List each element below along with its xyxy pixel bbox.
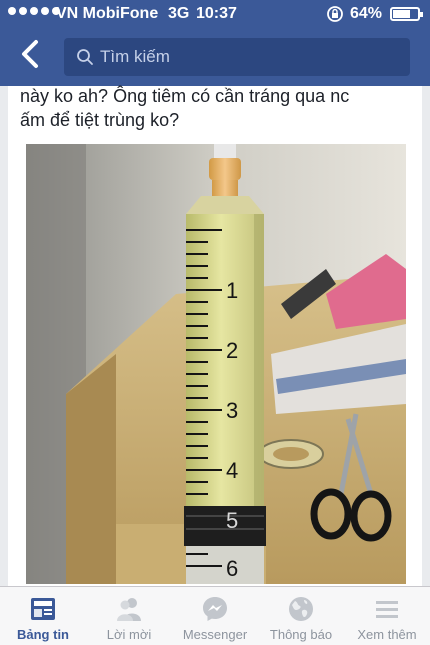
top-bar: VN MobiFone 3G 10:37 64% Tìm kiếm — [0, 0, 430, 86]
signal-strength-icon — [8, 7, 60, 15]
tab-messenger[interactable]: Messenger — [172, 587, 258, 645]
scale-label-4: 4 — [226, 458, 238, 483]
back-arrow-icon[interactable] — [14, 36, 46, 72]
battery-percent: 64% — [350, 5, 383, 22]
tab-notifications[interactable]: Thông báo — [258, 587, 344, 645]
tab-friend-requests[interactable]: Lời mời — [86, 587, 172, 645]
bottom-tab-bar: Bảng tin Lời mời Messenger Thông báo Xem… — [0, 586, 430, 645]
rotation-lock-icon — [327, 6, 343, 22]
tab-label: Bảng tin — [17, 627, 69, 642]
status-time: 10:37 — [196, 5, 237, 22]
post-text-line-1: này ko ah? Ông tiêm có cần tráng qua nc — [20, 86, 350, 106]
tab-label: Xem thêm — [357, 627, 417, 642]
tab-label: Thông báo — [269, 627, 333, 642]
post-card: này ko ah? Ông tiêm có cần tráng qua nc … — [8, 86, 422, 586]
scale-label-2: 2 — [226, 338, 238, 363]
tab-news-feed[interactable]: Bảng tin — [0, 587, 86, 645]
status-bar: VN MobiFone 3G 10:37 64% — [0, 0, 430, 28]
post-photo[interactable]: 1 2 3 4 5 6 — [26, 144, 406, 584]
search-icon — [77, 49, 93, 65]
scale-label-1: 1 — [226, 278, 238, 303]
scale-label-5: 5 — [226, 508, 238, 533]
screen: VN MobiFone 3G 10:37 64% Tìm kiếm này ko… — [0, 0, 430, 645]
scale-label-6: 6 — [226, 556, 238, 581]
network-type: 3G — [168, 5, 190, 22]
menu-icon — [376, 601, 398, 618]
scale-label-3: 3 — [226, 398, 238, 423]
news-feed-icon — [31, 598, 55, 620]
carrier-name: VN MobiFone — [56, 5, 159, 22]
globe-icon — [289, 597, 313, 621]
post-text-line-2: ấm để tiệt trùng ko? — [20, 110, 180, 130]
battery-icon — [390, 7, 423, 21]
tab-label: Lời mời — [106, 627, 152, 642]
syringe-photo-illustration: 1 2 3 4 5 6 — [26, 144, 406, 584]
post-text: này ko ah? Ông tiêm có cần tráng qua nc … — [20, 84, 410, 132]
search-placeholder: Tìm kiếm — [100, 47, 170, 66]
tab-more[interactable]: Xem thêm — [344, 587, 430, 645]
messenger-icon — [203, 597, 227, 621]
search-field[interactable]: Tìm kiếm — [64, 38, 410, 76]
tab-label: Messenger — [182, 627, 248, 642]
friend-requests-icon — [117, 598, 141, 621]
